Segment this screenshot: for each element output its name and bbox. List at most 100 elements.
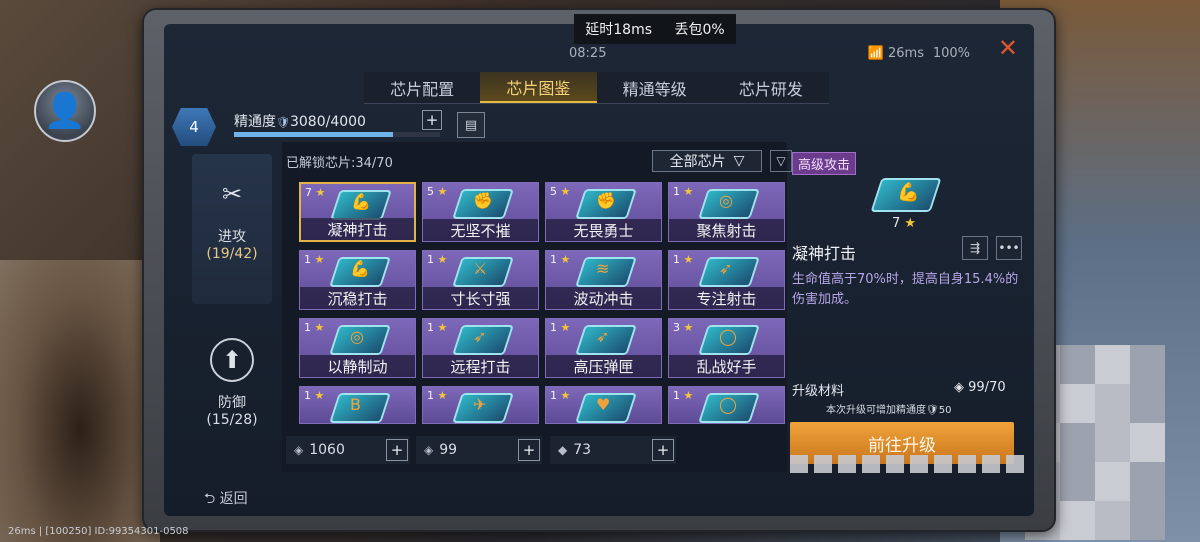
card-stars: 1 ★ bbox=[427, 321, 448, 334]
upgrade-materials-label: 升级材料 bbox=[792, 384, 845, 399]
upgrade-materials-count: ◈ 99/70 bbox=[954, 380, 1006, 395]
ring-icon: ◯ bbox=[719, 327, 737, 346]
attack-count: (19/42) bbox=[206, 246, 258, 262]
resource-value: 73 bbox=[573, 442, 592, 458]
card-stars: 3 ★ bbox=[673, 321, 694, 334]
chip-card[interactable]: 1 ★ ➶ 远程打击 bbox=[422, 318, 539, 378]
wave-icon: ≋ bbox=[596, 259, 610, 278]
chip-name: 凝神打击 bbox=[792, 244, 857, 263]
card-stars: 1 ★ bbox=[673, 253, 694, 266]
mastery-label: 精通度🛡3080/4000 bbox=[234, 114, 366, 130]
card-stars: 1 ★ bbox=[304, 321, 325, 334]
card-name: 远程打击 bbox=[423, 355, 538, 377]
card-name: 寸长寸强 bbox=[423, 287, 538, 309]
category-defense[interactable]: ⬆ 防御 (15/28) bbox=[192, 334, 272, 428]
chip-card[interactable]: 1 ★ ➶ 专注射击 bbox=[668, 250, 785, 310]
more-icon[interactable]: ••• bbox=[996, 236, 1022, 260]
dropdown-value: 全部芯片 bbox=[669, 154, 726, 170]
crosshair-icon: ✂ bbox=[221, 180, 243, 208]
tab-chip-research[interactable]: 芯片研发 bbox=[713, 72, 829, 103]
card-stars: 5 ★ bbox=[550, 185, 571, 198]
card-stars: 1 ★ bbox=[304, 389, 325, 402]
gold-chip-icon: ◆ bbox=[558, 443, 568, 457]
card-name: 乱战好手 bbox=[669, 355, 784, 377]
card-name: 专注射击 bbox=[669, 287, 784, 309]
player-avatar[interactable]: 👤 bbox=[34, 80, 96, 142]
tab-mastery-level[interactable]: 精通等级 bbox=[597, 72, 713, 103]
mastery-value: 3080/4000 bbox=[289, 114, 366, 130]
chip-card[interactable]: 1 ★ ✈ bbox=[422, 386, 539, 424]
chip-card[interactable]: 1 ★ ⚔ 寸长寸强 bbox=[422, 250, 539, 310]
chip-card[interactable]: 1 ★ ➶ 高压弹匣 bbox=[545, 318, 662, 378]
add-resource-button[interactable]: + bbox=[652, 439, 674, 461]
clock: 08:25 bbox=[569, 46, 607, 61]
card-stars: 1 ★ bbox=[550, 389, 571, 402]
resource-slot-3: ◆ 73 + bbox=[550, 436, 676, 464]
arm-icon: 💪 bbox=[897, 182, 920, 203]
add-resource-button[interactable]: + bbox=[386, 439, 408, 461]
card-stars: 1 ★ bbox=[304, 253, 325, 266]
add-resource-button[interactable]: + bbox=[518, 439, 540, 461]
chip-card[interactable]: 5 ★ ✊ 无坚不摧 bbox=[422, 182, 539, 242]
fist-icon: ✊ bbox=[596, 191, 616, 210]
resource-value: 1060 bbox=[309, 442, 345, 458]
chip-card[interactable]: 1 ★ ◎ 聚焦射击 bbox=[668, 182, 785, 242]
resource-slot-1: ◈ 1060 + bbox=[286, 436, 410, 464]
back-button[interactable]: ⮌ 返回 bbox=[204, 488, 248, 512]
chip-material-icon: ◈ bbox=[294, 443, 304, 457]
target-icon: ◎ bbox=[719, 191, 733, 210]
chip-card[interactable]: 1 ★ ≋ 波动冲击 bbox=[545, 250, 662, 310]
chip-card[interactable]: 3 ★ ◯ 乱战好手 bbox=[668, 318, 785, 378]
target-icon: ◎ bbox=[350, 327, 364, 346]
chip-card[interactable]: 1 ★ ◎ 以静制动 bbox=[299, 318, 416, 378]
tab-chip-catalog[interactable]: 芯片图鉴 bbox=[480, 72, 597, 103]
shield-icon: 🛡 bbox=[926, 405, 939, 416]
chip-star-level: 7 ★ bbox=[892, 216, 917, 231]
tab-bar: 芯片配置 芯片图鉴 精通等级 芯片研发 bbox=[364, 72, 829, 104]
return-arrow-icon: ⮌ bbox=[204, 491, 216, 507]
packet-loss-text: 丢包0% bbox=[674, 22, 725, 38]
card-stars: 1 ★ bbox=[550, 321, 571, 334]
chip-card[interactable]: 7 ★ 💪 凝神打击 bbox=[299, 182, 416, 242]
arm-icon: 💪 bbox=[350, 259, 370, 278]
card-stars: 1 ★ bbox=[673, 185, 694, 198]
mastery-progress-fill bbox=[234, 132, 393, 137]
chip-screen: 08:25 📶 26ms 100% ✕ 芯片配置 芯片图鉴 精通等级 芯片研发 … bbox=[164, 24, 1034, 516]
mastery-level-badge: 4 bbox=[172, 108, 216, 146]
close-icon[interactable]: ✕ bbox=[998, 34, 1018, 62]
add-mastery-button[interactable]: + bbox=[422, 110, 442, 130]
b-icon: B bbox=[350, 395, 361, 414]
card-stars: 1 ★ bbox=[427, 253, 448, 266]
card-stars: 7 ★ bbox=[305, 186, 326, 199]
status-bar: 08:25 📶 26ms 100% bbox=[164, 44, 1034, 66]
chip-filter-dropdown[interactable]: 全部芯片 ▽ bbox=[652, 150, 762, 172]
upgrade-mastery-note: 本次升级可增加精通度🛡50 bbox=[826, 405, 952, 416]
share-icon[interactable]: ⇶ bbox=[962, 236, 988, 260]
chip-card[interactable]: 1 ★ ♥ bbox=[545, 386, 662, 424]
resource-slot-2: ◈ 99 + bbox=[416, 436, 542, 464]
chevron-down-icon: ▽ bbox=[733, 153, 745, 169]
category-attack[interactable]: ✂ 进攻 (19/42) bbox=[192, 154, 272, 304]
wing-icon: ✈ bbox=[473, 395, 487, 414]
card-name: 以静制动 bbox=[300, 355, 415, 377]
resource-value: 99 bbox=[439, 442, 458, 458]
latency-overlay: 延时18ms 丢包0% bbox=[574, 14, 736, 44]
card-stars: 1 ★ bbox=[427, 389, 448, 402]
bullet-icon: ➶ bbox=[473, 327, 487, 346]
mastery-progress-bar bbox=[234, 132, 440, 137]
chip-card[interactable]: 1 ★ B bbox=[299, 386, 416, 424]
tab-chip-config[interactable]: 芯片配置 bbox=[364, 72, 480, 103]
bullet-icon: ➶ bbox=[719, 259, 733, 278]
battery-level: 100% bbox=[932, 46, 970, 61]
chip-card[interactable]: 5 ★ ✊ 无畏勇士 bbox=[545, 182, 662, 242]
chip-card[interactable]: 1 ★ 💪 沉稳打击 bbox=[299, 250, 416, 310]
mastery-book-icon[interactable]: ▤ bbox=[457, 112, 485, 138]
chip-description: 生命值高于70%时，提高自身15.4%的伤害加成。 bbox=[792, 272, 1019, 307]
network-latency: 📶 26ms bbox=[867, 46, 924, 61]
fist-icon: ✊ bbox=[473, 191, 493, 210]
latency-text: 延时18ms bbox=[585, 22, 652, 38]
chip-card[interactable]: 1 ★ ◯ bbox=[668, 386, 785, 424]
shield-arrow-icon: ⬆ bbox=[210, 338, 254, 382]
card-stars: 5 ★ bbox=[427, 185, 448, 198]
chip-rarity-tag: 高级攻击 bbox=[792, 152, 857, 175]
